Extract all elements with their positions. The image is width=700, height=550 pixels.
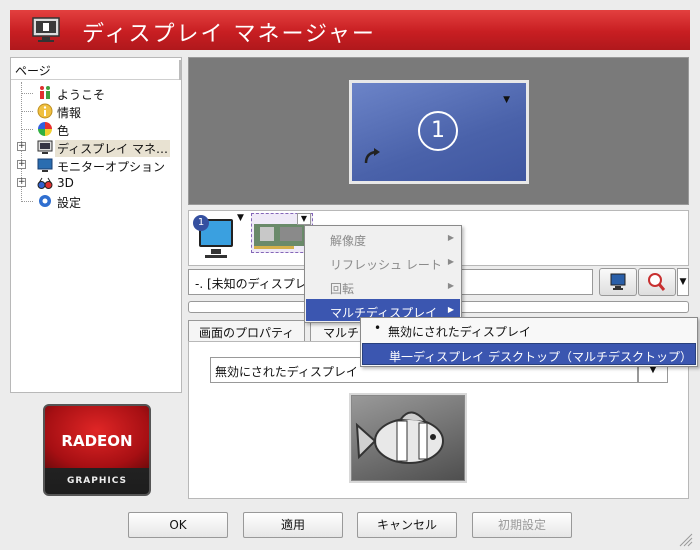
multi-display-submenu: • 無効にされたディスプレイ 単一ディスプレイ デスクトップ（マルチデスクトップ… <box>360 317 698 367</box>
tree-item-display-manager[interactable]: + ディスプレイ マネ… <box>11 138 181 157</box>
chevron-down-icon[interactable]: ▼ <box>677 268 689 296</box>
ok-button[interactable]: OK <box>128 512 228 538</box>
radio-bullet-icon: • <box>374 321 382 335</box>
chevron-down-icon[interactable]: ▼ <box>503 95 510 105</box>
menu-item-label: 回転 <box>330 282 355 296</box>
expand-toggle[interactable]: + <box>17 142 26 151</box>
title-bar: ディスプレイ マネージャー <box>10 10 690 50</box>
3d-glasses-icon <box>37 177 53 189</box>
display-preview-screen[interactable]: 1 ▼ <box>349 80 529 184</box>
tree-item-label: 3D <box>57 176 74 190</box>
apply-button[interactable]: 適用 <box>243 512 343 538</box>
tree-item-welcome[interactable]: ようこそ <box>11 84 181 102</box>
tree-item-label: 設定 <box>57 196 82 210</box>
menu-item-resolution[interactable]: 解像度 ▶ <box>306 227 460 249</box>
settings-icon <box>39 195 51 207</box>
chevron-down-icon[interactable]: ▼ <box>237 213 249 225</box>
tree-connector <box>21 201 33 202</box>
tab-screen-properties[interactable]: 画面のプロパティ <box>188 320 306 342</box>
tree-item-3d[interactable]: + 3D <box>11 174 181 192</box>
menu-item-rotation[interactable]: 回転 ▶ <box>306 275 460 297</box>
submenu-arrow-icon: ▶ <box>447 257 454 266</box>
tree-item-info[interactable]: 情報 <box>11 102 181 120</box>
radeon-graphics-logo: RADEON GRAPHICS <box>43 404 151 496</box>
monitor-number-badge: 1 <box>193 215 209 231</box>
monitor-options-icon <box>37 158 53 172</box>
tree-connector <box>21 93 33 94</box>
tree-item-settings[interactable]: 設定 <box>11 192 181 210</box>
tree-item-label: ようこそ <box>57 88 106 102</box>
detect-displays-button[interactable] <box>638 268 676 296</box>
display-layout-preview: 1 ▼ <box>188 57 689 205</box>
resize-grip-icon[interactable] <box>676 530 694 548</box>
identify-display-button[interactable] <box>599 268 637 296</box>
wallpaper-preview-image <box>349 393 467 483</box>
tree-item-color[interactable]: 色 <box>11 120 181 138</box>
page-tree: ページ ようこそ 情報 色 + ディスプレイ マネ… + モニターオプション +… <box>10 57 182 393</box>
submenu-item-label: 単一ディスプレイ デスクトップ（マルチデスクトップ） <box>389 350 692 364</box>
logo-sub-text: GRAPHICS <box>66 476 127 486</box>
tree-item-monitor-options[interactable]: + モニターオプション <box>11 156 181 174</box>
info-icon <box>37 103 53 119</box>
tree-header: ページ <box>11 58 179 80</box>
tree-item-label: 情報 <box>57 106 82 120</box>
menu-item-label: 解像度 <box>330 234 367 248</box>
tree-header-divider <box>179 60 181 80</box>
submenu-item-single-display-desktop[interactable]: 単一ディスプレイ デスクトップ（マルチデスクトップ） <box>362 343 696 365</box>
fish-illustration <box>355 411 444 464</box>
defaults-button[interactable]: 初期設定 <box>472 512 572 538</box>
tree-item-label: モニターオプション <box>57 160 166 174</box>
tree-item-label: 色 <box>57 124 70 138</box>
submenu-arrow-icon: ▶ <box>447 281 454 290</box>
submenu-arrow-icon: ▶ <box>447 233 454 242</box>
magnifier-icon <box>648 273 666 291</box>
window-title: ディスプレイ マネージャー <box>82 22 376 47</box>
menu-item-label: リフレッシュ レート <box>330 258 442 272</box>
rotate-arrow-icon[interactable] <box>362 145 384 167</box>
display-manager-app-icon <box>32 17 60 42</box>
submenu-item-disabled-display[interactable]: • 無効にされたディスプレイ <box>362 319 696 341</box>
chevron-down-icon[interactable]: ▼ <box>297 213 311 225</box>
display-manager-icon <box>37 140 53 154</box>
welcome-person-icon <box>40 86 50 99</box>
monitor-icon <box>610 273 626 290</box>
submenu-arrow-icon: ▶ <box>447 305 454 314</box>
color-wheel-icon <box>38 122 52 136</box>
display-number-badge: 1 <box>418 111 458 151</box>
device-context-menu: 解像度 ▶ リフレッシュ レート ▶ 回転 ▶ マルチディスプレイ ▶ <box>304 225 462 323</box>
menu-item-refresh-rate[interactable]: リフレッシュ レート ▶ <box>306 251 460 273</box>
logo-brand-text: RADEON <box>61 432 133 450</box>
submenu-item-label: 無効にされたディスプレイ <box>388 325 531 339</box>
expand-toggle[interactable]: + <box>17 160 26 169</box>
expand-toggle[interactable]: + <box>17 178 26 187</box>
cancel-button[interactable]: キャンセル <box>357 512 457 538</box>
tree-item-label: ディスプレイ マネ… <box>55 140 170 157</box>
tree-connector <box>21 129 33 130</box>
tree-connector <box>21 111 33 112</box>
